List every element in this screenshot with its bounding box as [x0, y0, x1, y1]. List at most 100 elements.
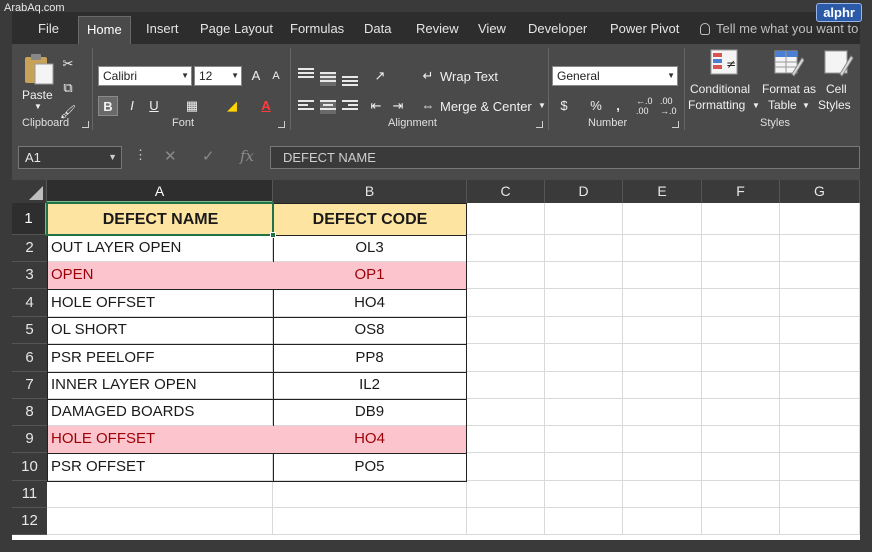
tab-formulas[interactable]: Formulas	[282, 16, 352, 44]
cell-f2[interactable]	[702, 235, 780, 262]
cell-e4[interactable]	[623, 289, 702, 317]
cell-b12[interactable]	[273, 508, 467, 535]
cell-e6[interactable]	[623, 344, 702, 372]
align-left-icon[interactable]	[298, 100, 314, 114]
defect-code-cell[interactable]: DB9	[273, 399, 467, 427]
fill-color-icon[interactable]: ◢	[222, 96, 242, 116]
tab-page-layout[interactable]: Page Layout	[192, 16, 281, 44]
tab-developer[interactable]: Developer	[520, 16, 595, 44]
cell-d7[interactable]	[545, 372, 623, 399]
cell-f10[interactable]	[702, 453, 780, 481]
cell-d5[interactable]	[545, 317, 623, 344]
defect-code-cell[interactable]: OL3	[273, 235, 467, 263]
tab-review[interactable]: Review	[408, 16, 467, 44]
cell-e1[interactable]	[623, 203, 702, 235]
cell-a11[interactable]	[47, 481, 273, 508]
cell-d12[interactable]	[545, 508, 623, 535]
cell-e2[interactable]	[623, 235, 702, 262]
cell-g1[interactable]	[780, 203, 860, 235]
italic-button[interactable]: I	[122, 96, 142, 116]
font-launcher-icon[interactable]	[278, 121, 285, 128]
align-middle-icon[interactable]	[320, 72, 336, 86]
defect-name-cell[interactable]: OUT LAYER OPEN	[47, 235, 274, 263]
cell-styles-button[interactable]: Cell Styles	[818, 48, 860, 116]
more-options-icon[interactable]: ⋮	[134, 147, 148, 163]
font-color-icon[interactable]: A	[256, 96, 276, 116]
cell-g12[interactable]	[780, 508, 860, 535]
cell-c1[interactable]	[467, 203, 545, 235]
defect-code-cell[interactable]: OS8	[273, 317, 467, 345]
cell-c8[interactable]	[467, 399, 545, 426]
column-header-a[interactable]: A	[47, 180, 273, 203]
cell-g11[interactable]	[780, 481, 860, 508]
cell-d8[interactable]	[545, 399, 623, 426]
cell-e11[interactable]	[623, 481, 702, 508]
cell-d9[interactable]	[545, 426, 623, 453]
align-right-icon[interactable]	[342, 100, 358, 114]
cell-g3[interactable]	[780, 262, 860, 289]
row-header-3[interactable]: 3	[12, 262, 47, 289]
cell-c2[interactable]	[467, 235, 545, 262]
defect-code-cell[interactable]: OP1	[273, 262, 467, 290]
increase-decimal-button[interactable]: ←.0 .00	[636, 96, 658, 118]
table-header-cell[interactable]: DEFECT NAME	[47, 203, 274, 236]
cell-e9[interactable]	[623, 426, 702, 453]
cell-g4[interactable]	[780, 289, 860, 317]
cell-e10[interactable]	[623, 453, 702, 481]
insert-function-icon[interactable]: fx	[240, 147, 254, 165]
row-header-6[interactable]: 6	[12, 344, 47, 372]
decrease-indent-icon[interactable]: ⇤	[366, 96, 386, 116]
row-header-12[interactable]: 12	[12, 508, 47, 535]
cell-f4[interactable]	[702, 289, 780, 317]
cell-e5[interactable]	[623, 317, 702, 344]
tab-file[interactable]: File	[30, 16, 67, 44]
cell-d11[interactable]	[545, 481, 623, 508]
cell-e7[interactable]	[623, 372, 702, 399]
row-header-4[interactable]: 4	[12, 289, 47, 317]
bold-button[interactable]: B	[98, 96, 118, 116]
percent-button[interactable]: %	[586, 96, 606, 116]
format-as-table-button[interactable]: Format as Table ▼	[760, 48, 818, 116]
cell-c9[interactable]	[467, 426, 545, 453]
shrink-font-button[interactable]: A	[266, 66, 286, 86]
defect-name-cell[interactable]: PSR PEELOFF	[47, 344, 274, 373]
cell-e12[interactable]	[623, 508, 702, 535]
paste-button[interactable]: Paste ▼	[18, 50, 58, 112]
cell-f5[interactable]	[702, 317, 780, 344]
cell-f1[interactable]	[702, 203, 780, 235]
row-header-7[interactable]: 7	[12, 372, 47, 399]
row-header-2[interactable]: 2	[12, 235, 47, 262]
cancel-icon[interactable]: ✕	[164, 147, 177, 165]
cell-c7[interactable]	[467, 372, 545, 399]
defect-name-cell[interactable]: HOLE OFFSET	[47, 426, 274, 454]
cell-d3[interactable]	[545, 262, 623, 289]
row-header-10[interactable]: 10	[12, 453, 47, 481]
fill-handle[interactable]	[270, 232, 276, 238]
font-name-select[interactable]: Calibri ▼	[98, 66, 192, 86]
decrease-decimal-button[interactable]: .00 →.0	[660, 96, 682, 118]
cell-g5[interactable]	[780, 317, 860, 344]
cell-f9[interactable]	[702, 426, 780, 453]
cell-f6[interactable]	[702, 344, 780, 372]
cell-g10[interactable]	[780, 453, 860, 481]
tab-insert[interactable]: Insert	[138, 16, 187, 44]
column-header-d[interactable]: D	[545, 180, 623, 203]
font-size-select[interactable]: 12 ▼	[194, 66, 242, 86]
tab-power-pivot[interactable]: Power Pivot	[602, 16, 687, 44]
row-header-1[interactable]: 1	[12, 203, 47, 235]
row-header-9[interactable]: 9	[12, 426, 47, 453]
cell-e3[interactable]	[623, 262, 702, 289]
row-header-5[interactable]: 5	[12, 317, 47, 344]
cell-g7[interactable]	[780, 372, 860, 399]
defect-name-cell[interactable]: OL SHORT	[47, 317, 274, 345]
cell-f3[interactable]	[702, 262, 780, 289]
cell-c11[interactable]	[467, 481, 545, 508]
cell-f12[interactable]	[702, 508, 780, 535]
alignment-launcher-icon[interactable]	[536, 121, 543, 128]
cell-c6[interactable]	[467, 344, 545, 372]
align-top-icon[interactable]	[298, 68, 314, 82]
cell-g9[interactable]	[780, 426, 860, 453]
cell-d2[interactable]	[545, 235, 623, 262]
column-header-e[interactable]: E	[623, 180, 702, 203]
cell-f11[interactable]	[702, 481, 780, 508]
